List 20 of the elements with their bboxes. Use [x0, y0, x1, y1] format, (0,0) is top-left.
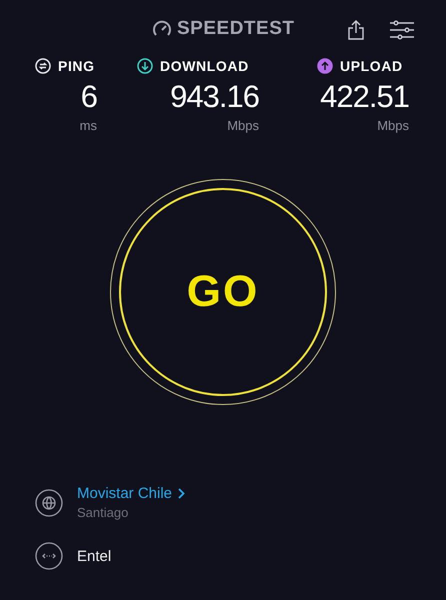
metric-unit: Mbps	[227, 118, 259, 133]
metric-unit: Mbps	[377, 118, 409, 133]
connection-icon	[35, 542, 63, 570]
go-button[interactable]: GO	[119, 188, 327, 396]
metric-value: 943.16	[170, 78, 259, 116]
provider-name: Entel	[77, 548, 112, 564]
globe-icon	[35, 488, 63, 516]
share-button[interactable]	[348, 20, 364, 40]
metric-unit: ms	[80, 118, 97, 133]
server-location: Santiago	[77, 505, 130, 520]
server-link[interactable]: Movistar Chile	[77, 485, 186, 502]
metric-label: UPLOAD	[340, 58, 403, 74]
gauge-icon	[152, 20, 172, 38]
metric-value: 6	[80, 78, 97, 116]
settings-button[interactable]	[390, 20, 414, 40]
chevron-icon	[178, 488, 186, 499]
metric-label: PING	[58, 58, 95, 74]
app-logo: SPEEDTEST	[177, 18, 294, 40]
metric-value: 422.51	[320, 78, 409, 116]
metric-label: DOWNLOAD	[160, 58, 249, 74]
